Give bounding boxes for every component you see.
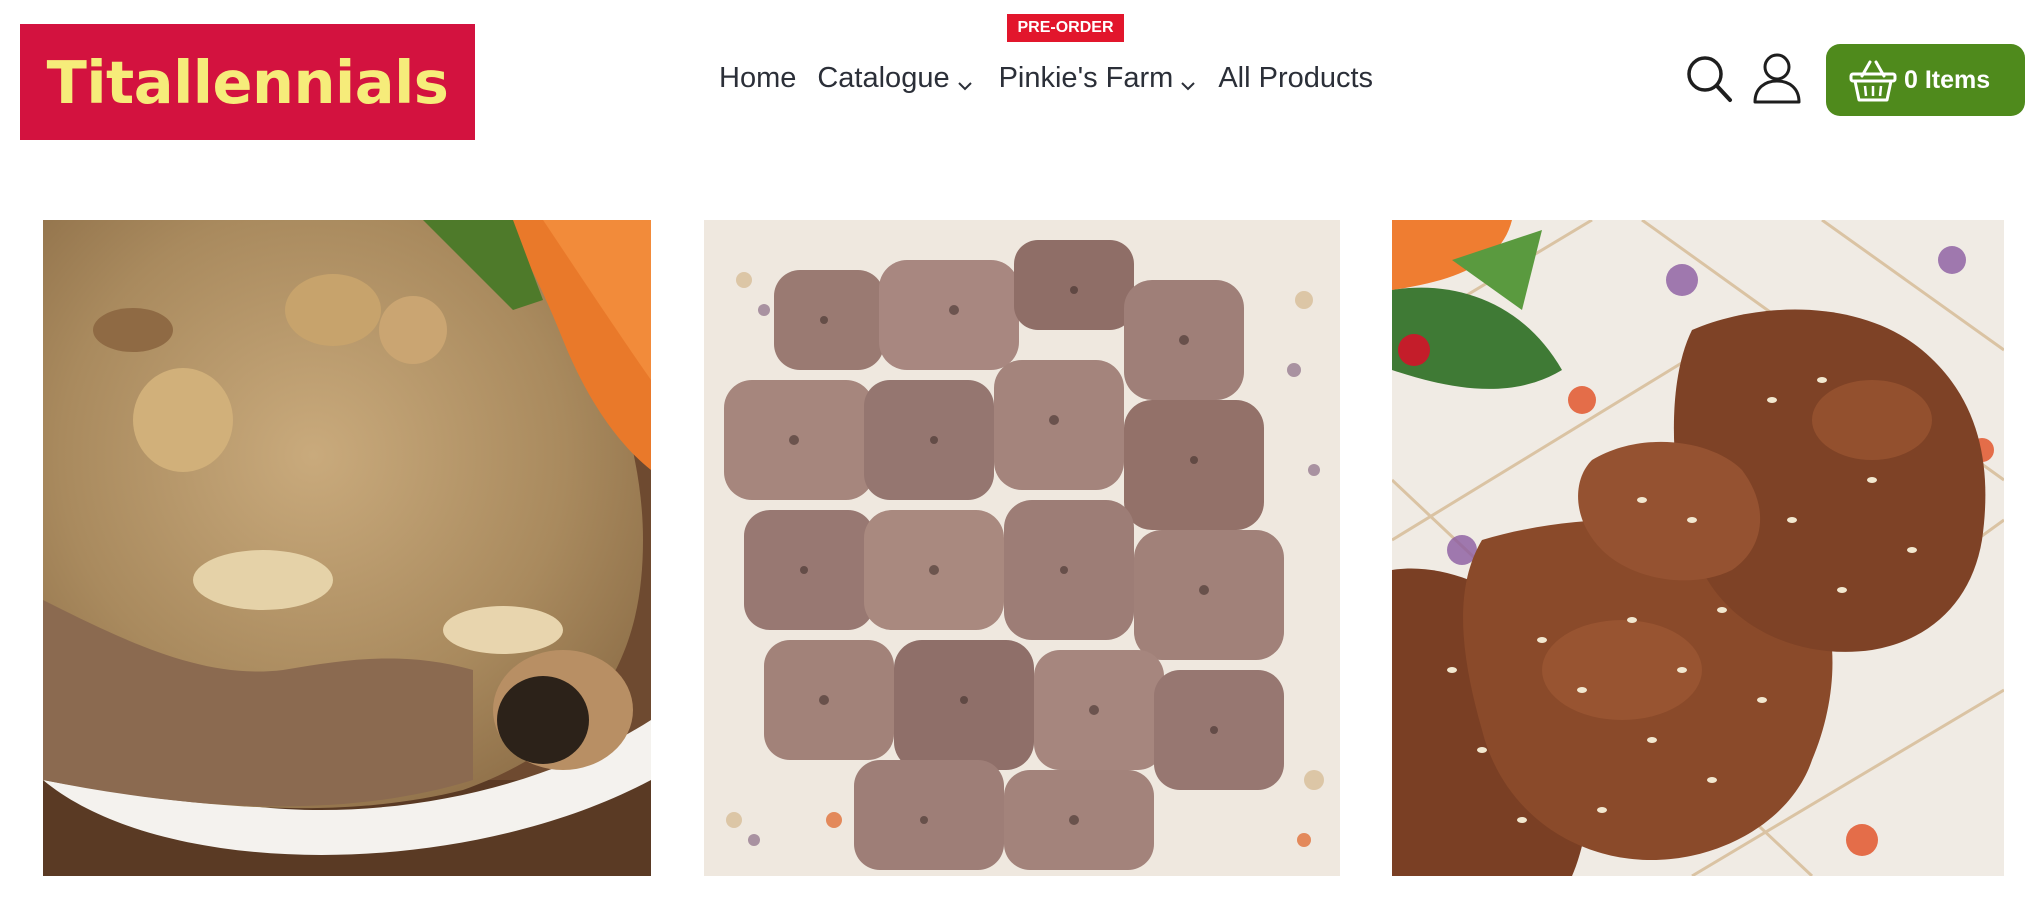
- search-button[interactable]: [1683, 52, 1735, 108]
- product-image-pork-cubes[interactable]: [704, 220, 1340, 876]
- logo-text: Titallennials: [46, 47, 449, 117]
- main-nav: Home Catalogue Pinkie's Farm All Product…: [719, 58, 1373, 98]
- nav-all-products[interactable]: All Products: [1218, 62, 1373, 95]
- account-button[interactable]: [1750, 52, 1804, 108]
- site-logo[interactable]: Titallennials: [20, 24, 475, 140]
- nav-catalogue[interactable]: Catalogue: [817, 62, 973, 95]
- nav-all-products-label: All Products: [1218, 61, 1374, 94]
- cart-count-label: 0 Items: [1904, 65, 1991, 94]
- nav-home[interactable]: Home: [719, 62, 796, 95]
- nav-farm-label: Pinkie's Farm: [998, 61, 1174, 94]
- product-image-teriyaki-pork[interactable]: [1392, 220, 2004, 876]
- preorder-badge: PRE-ORDER: [1007, 14, 1124, 42]
- nav-pinkies-farm[interactable]: Pinkie's Farm: [999, 62, 1198, 95]
- user-icon: [1750, 50, 1804, 111]
- chevron-down-icon: [1179, 70, 1197, 91]
- basket-icon: [1848, 56, 1898, 104]
- nav-catalogue-label: Catalogue: [817, 61, 950, 94]
- cart-button[interactable]: 0 Items: [1826, 44, 2025, 116]
- nav-home-label: Home: [719, 61, 797, 94]
- page: Titallennials PRE-ORDER Home Catalogue P…: [0, 0, 2039, 900]
- search-icon: [1683, 50, 1735, 111]
- product-image-pork-chop[interactable]: [43, 220, 651, 876]
- chevron-down-icon: [956, 70, 974, 91]
